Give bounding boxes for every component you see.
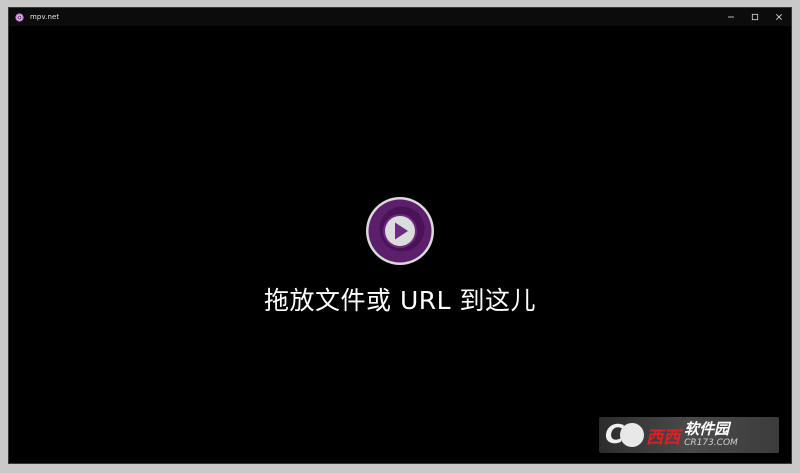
maximize-button[interactable] bbox=[743, 8, 767, 26]
minimize-button[interactable] bbox=[719, 8, 743, 26]
drop-hint-text: 拖放文件或 URL 到这儿 bbox=[264, 286, 536, 315]
watermark-name: 软件园 bbox=[684, 420, 730, 438]
title-bar[interactable]: mpv.net bbox=[9, 8, 791, 26]
watermark-right: 软件园 CR173.COM bbox=[684, 422, 738, 448]
watermark-url: CR173.COM bbox=[684, 438, 738, 448]
maximize-icon bbox=[751, 13, 759, 21]
watermark-red-text: 西西 bbox=[646, 427, 681, 448]
window-title: mpv.net bbox=[30, 13, 60, 21]
close-button[interactable] bbox=[767, 8, 791, 26]
window-controls bbox=[719, 8, 791, 26]
minimize-icon bbox=[728, 16, 734, 18]
video-area[interactable]: 拖放文件或 URL 到这儿 bbox=[9, 26, 791, 463]
watermark-circle bbox=[620, 423, 645, 447]
mpv-window: mpv.net 拖放文件或 URL 到这儿 C 西西 软件园 CR173.COM bbox=[8, 7, 792, 464]
mpv-logo-icon bbox=[14, 12, 24, 22]
mpv-play-logo-icon bbox=[366, 197, 434, 265]
watermark-logo: C 西西 软件园 CR173.COM bbox=[599, 417, 779, 453]
close-icon bbox=[776, 14, 782, 20]
